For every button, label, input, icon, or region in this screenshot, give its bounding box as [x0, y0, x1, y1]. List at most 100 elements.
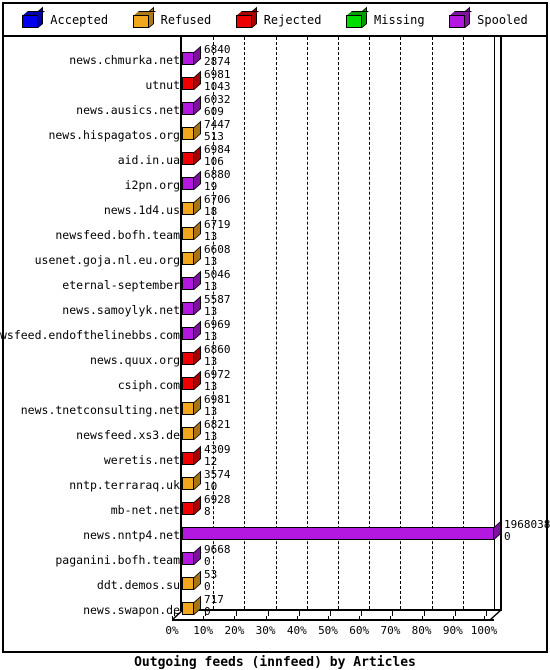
bar-value-line1: 3574 [204, 468, 231, 481]
bar-refused[interactable] [182, 427, 194, 440]
bar-value-line1: 6032 [204, 93, 231, 106]
bar-value-line2: 13 [204, 404, 218, 418]
bar-rejected[interactable] [182, 352, 194, 365]
bar-row: csiph.com 6972 13 [4, 369, 546, 396]
bar-value-line2: 0 [504, 529, 511, 543]
bar-value-line1: 1968038 [504, 518, 550, 531]
category-label: nntp.terraraq.uk [69, 478, 180, 492]
bar-side-face [194, 370, 201, 390]
bar-value-label: 6860 13 [204, 344, 231, 367]
bar-side-face [194, 145, 201, 165]
bar-value-line1: 6981 [204, 393, 231, 406]
tick-mark-lower-70 [390, 616, 392, 621]
bar-row: utnut 6981 1043 [4, 69, 546, 96]
x-axis-tick-label: 100% [470, 624, 498, 637]
bar-spooled[interactable] [182, 102, 194, 115]
bar-side-face [194, 120, 201, 140]
bar-row: news.samoylyk.net 5587 13 [4, 293, 546, 321]
bar-value-label: 53 0 [204, 569, 217, 592]
category-label: aid.in.ua [117, 153, 180, 167]
bar-rejected[interactable] [182, 152, 194, 165]
bar-side-face [194, 570, 201, 590]
bar-refused[interactable] [182, 477, 194, 490]
bar-spooled[interactable] [182, 552, 194, 565]
bar-value-line1: 4309 [204, 443, 231, 456]
bar-value-label: 6706 18 [204, 194, 231, 217]
bar-rejected[interactable] [182, 502, 194, 515]
bar-refused[interactable] [182, 577, 194, 590]
tick-mark-lower-100 [484, 616, 485, 621]
tick-mark-20 [236, 611, 238, 616]
tick-mark-lower-20 [234, 616, 236, 621]
bar-spooled[interactable] [182, 52, 194, 65]
bar-side-face [194, 470, 201, 490]
bar-value-line1: 6608 [204, 243, 231, 256]
bar-value-line1: 7447 [204, 118, 231, 131]
category-label: paganini.bofh.team [55, 553, 180, 567]
bar-value-line1: 53 [204, 568, 218, 581]
x-axis-tick-label: 90% [442, 624, 463, 637]
x-axis-tick-label: 10% [193, 624, 214, 637]
bar-side-face [194, 445, 201, 465]
bar-value-label: 6984 106 [204, 144, 231, 167]
bar-rejected[interactable] [182, 377, 194, 390]
bar-refused[interactable] [182, 252, 194, 265]
bar-refused[interactable] [182, 202, 194, 215]
floor-right-edge [490, 609, 502, 621]
bar-value-label: 6032 609 [204, 94, 231, 117]
bar-value-line2: 8 [204, 504, 211, 518]
legend-label: Spooled [477, 12, 528, 27]
bar-value-line2: 0 [204, 579, 211, 593]
category-label: csiph.com [117, 378, 180, 392]
bar-spooled[interactable] [182, 327, 194, 340]
bar-value-label: 717 0 [204, 594, 224, 617]
legend-label: Refused [160, 12, 212, 27]
bar-value-line2: 1043 [204, 79, 231, 93]
tick-mark-lower-90 [452, 616, 454, 621]
bar-value-line1: 6840 [204, 43, 231, 56]
legend-item-missing: Missing [346, 6, 425, 28]
bar-value-line1: 6880 [204, 168, 231, 181]
tick-mark-50 [330, 611, 331, 616]
bar-value-line2: 13 [204, 329, 218, 343]
bar-value-line2: 13 [204, 279, 218, 293]
bar-value-label: 6928 8 [204, 494, 231, 517]
bar-value-line1: 6719 [204, 218, 231, 231]
bar-row: news.nntp4.net 1968038 0 [4, 519, 550, 546]
x-axis-tick-label: 20% [224, 624, 245, 637]
bar-value-label: 6981 1043 [204, 69, 231, 92]
category-label: weretis.net [103, 453, 180, 467]
bar-value-line2: 13 [204, 254, 218, 268]
bar-value-label: 6840 2874 [204, 44, 231, 67]
bar-side-face [194, 420, 201, 440]
tick-mark-lower-60 [359, 616, 361, 621]
bar-rejected[interactable] [182, 77, 194, 90]
category-label: news.samoylyk.net [62, 303, 180, 317]
bar-row: news.quux.org 6860 13 [4, 344, 546, 371]
bar-spooled[interactable] [182, 277, 194, 290]
bar-row: news.hispagatos.org 7447 513 [4, 118, 546, 146]
bar-spooled[interactable] [182, 177, 194, 190]
bar-row: news.ausics.net 6032 609 [4, 94, 546, 121]
bar-refused[interactable] [182, 127, 194, 140]
bar-refused[interactable] [182, 402, 194, 415]
bar-refused[interactable] [182, 602, 194, 615]
bar-value-line2: 513 [204, 129, 224, 143]
bar-rejected[interactable] [182, 452, 194, 465]
tick-mark-40 [298, 611, 300, 616]
category-label: news.hispagatos.org [48, 128, 180, 142]
category-label: newsfeed.bofh.team [55, 228, 180, 242]
bar-value-label: 6981 13 [204, 394, 231, 417]
bar-refused[interactable] [182, 227, 194, 240]
bar-spooled[interactable] [182, 302, 194, 315]
bar-value-line1: 5587 [204, 293, 231, 306]
cube-icon [132, 6, 156, 28]
bar-row: nntp.terraraq.uk 3574 10 [4, 468, 546, 496]
bar-side-face [194, 95, 201, 115]
bar-side-face [194, 170, 201, 190]
bar-spooled[interactable] [182, 527, 494, 540]
category-label: usenet.goja.nl.eu.org [34, 253, 180, 267]
bar-value-line2: 609 [204, 104, 224, 118]
bar-value-line2: 2874 [204, 54, 231, 68]
bar-row: aid.in.ua 6984 106 [4, 144, 546, 171]
